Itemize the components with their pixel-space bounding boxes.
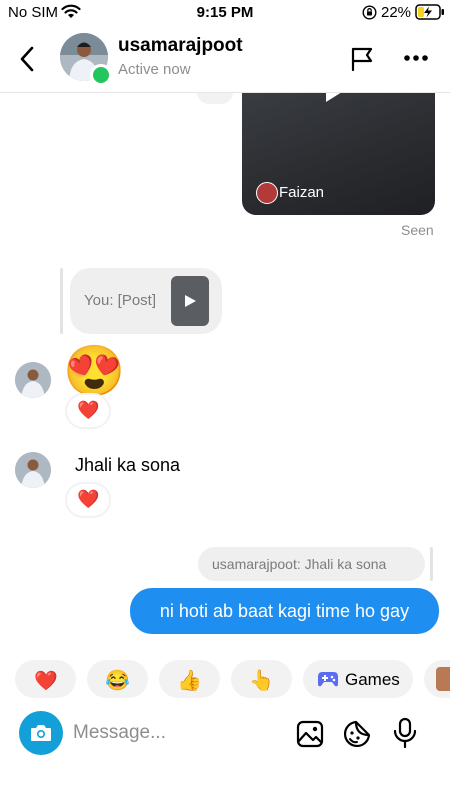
sender-avatar[interactable] bbox=[15, 452, 51, 488]
reply-indicator-line bbox=[430, 547, 433, 581]
more-options-icon[interactable] bbox=[403, 54, 429, 62]
seen-label: Seen bbox=[401, 222, 434, 238]
play-icon bbox=[326, 92, 342, 102]
quick-reaction-laugh[interactable]: 😂 bbox=[87, 660, 148, 698]
message-input[interactable]: Message... bbox=[73, 722, 166, 744]
orientation-lock-icon bbox=[362, 5, 377, 20]
game-controller-icon bbox=[318, 672, 338, 687]
reply-preview-bubble[interactable]: You: [Post] bbox=[70, 268, 222, 334]
microphone-icon[interactable] bbox=[392, 717, 418, 749]
battery-charging-icon bbox=[415, 4, 444, 20]
heart-reaction[interactable]: ❤️ bbox=[67, 395, 109, 427]
post-thumbnail bbox=[171, 276, 209, 326]
sticker-icon[interactable] bbox=[342, 719, 372, 749]
camera-button[interactable] bbox=[19, 711, 63, 755]
quick-reaction-thumbs-up[interactable]: 👍 bbox=[159, 660, 220, 698]
reply-indicator-line bbox=[60, 268, 63, 334]
sender-avatar[interactable] bbox=[15, 362, 51, 398]
emoji-message[interactable]: 😍 bbox=[63, 341, 125, 401]
received-message-text[interactable]: Jhali ka sona bbox=[75, 455, 180, 476]
video-author-name: Faizan bbox=[279, 184, 325, 201]
sticker-chip[interactable] bbox=[424, 660, 450, 698]
heart-reaction[interactable]: ❤️ bbox=[67, 484, 109, 516]
sticker-thumbnail bbox=[436, 667, 450, 691]
camera-icon bbox=[31, 725, 51, 741]
quick-reaction-point-up[interactable]: 👆 bbox=[231, 660, 292, 698]
quoted-reply-bubble[interactable]: usamarajpoot: Jhali ka sona bbox=[198, 547, 425, 581]
quick-reaction-heart[interactable]: ❤️ bbox=[15, 660, 76, 698]
back-arrow-icon[interactable] bbox=[18, 46, 36, 72]
shared-video-card[interactable]: Faizan bbox=[242, 92, 435, 215]
battery-percent: 22% bbox=[381, 4, 412, 21]
flag-icon[interactable] bbox=[350, 46, 376, 72]
play-icon bbox=[185, 295, 196, 307]
reply-preview-text: You: [Post] bbox=[84, 292, 156, 309]
status-bar: No SIM 9:15 PM 22% bbox=[0, 0, 450, 26]
video-author-avatar bbox=[256, 182, 278, 204]
online-status-dot bbox=[90, 64, 112, 86]
games-label: Games bbox=[345, 670, 400, 689]
gallery-icon[interactable] bbox=[296, 720, 324, 748]
contact-username[interactable]: usamarajpoot bbox=[118, 35, 243, 57]
games-button[interactable]: Games bbox=[303, 660, 413, 698]
active-status: Active now bbox=[118, 61, 191, 78]
share-forward-button[interactable] bbox=[197, 92, 233, 104]
quoted-reply-text: usamarajpoot: Jhali ka sona bbox=[212, 556, 387, 572]
chat-header: usamarajpoot Active now bbox=[0, 26, 450, 93]
sent-message-bubble[interactable]: ni hoti ab baat kagi time ho gay bbox=[130, 588, 439, 634]
